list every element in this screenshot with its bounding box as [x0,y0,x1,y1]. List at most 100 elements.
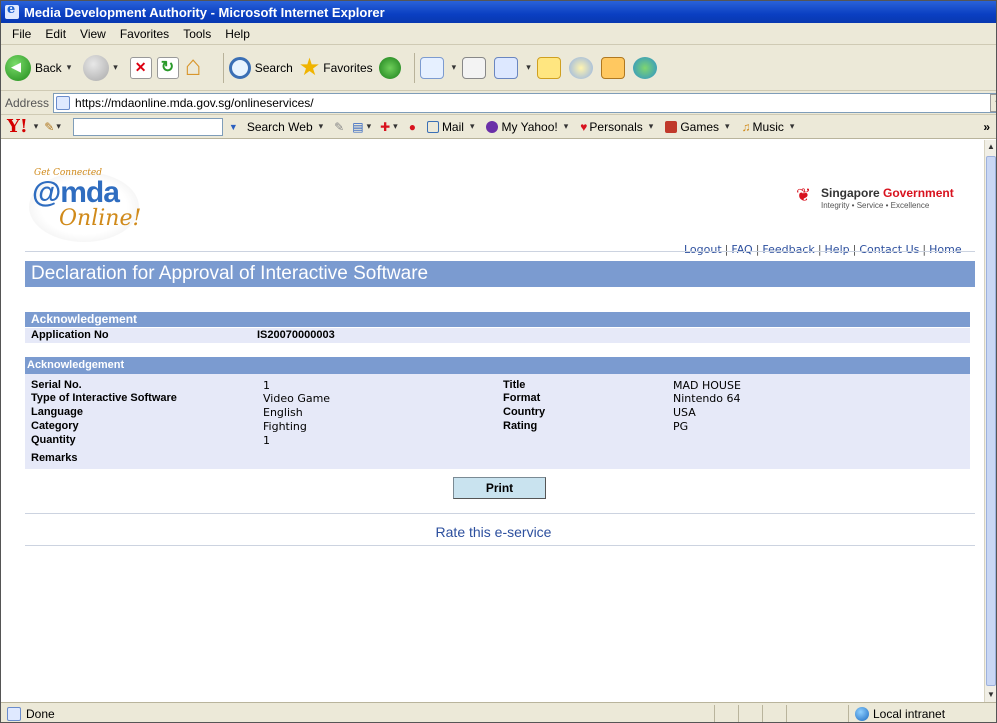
menu-tools[interactable]: Tools [176,27,218,41]
back-button[interactable]: Back ▾ [5,54,77,81]
menu-favorites[interactable]: Favorites [113,27,176,41]
mda-online-logo[interactable]: Get Connected @mda Online! [29,162,144,242]
music-dropdown-icon[interactable]: ▾ [790,121,795,132]
help-link[interactable]: Help [825,243,850,256]
home-icon[interactable] [184,50,210,82]
status-cell [786,704,810,722]
application-row: Application No IS20070000003 [25,328,970,343]
favorites-button[interactable]: ★ Favorites [299,55,373,80]
rate-e-service-link[interactable]: Rate this e-service [1,524,986,540]
search-web-button[interactable]: Search Web [247,120,313,134]
highlight-icon[interactable]: ✎ [334,120,344,134]
mail-button[interactable]: Mail [426,120,464,134]
menu-view[interactable]: View [73,27,113,41]
acknowledgement-details: Serial No. 1 Type of Interactive Softwar… [25,374,970,469]
back-dropdown-icon[interactable]: ▾ [67,62,72,73]
menu-bar: File Edit View Favorites Tools Help [1,23,996,45]
link-separator: | [755,243,760,256]
mail-icon[interactable] [419,56,444,79]
vertical-scrollbar[interactable]: ▲ ▼ [984,140,996,702]
edit-icon[interactable] [494,56,519,79]
my-yahoo-button[interactable]: My Yahoo! [486,120,558,134]
my-yahoo-icon [486,120,499,133]
status-cell [738,704,762,722]
layout-icon[interactable]: ▤ [352,120,363,134]
rating-value: PG [673,420,689,433]
software-type-label: Type of Interactive Software [31,392,177,404]
yahoo-search-input[interactable] [72,117,223,136]
search-button[interactable]: Search [228,56,293,79]
personals-button[interactable]: ♥ Personals [580,120,643,134]
forward-dropdown-icon[interactable]: ▾ [113,62,118,73]
print-icon[interactable] [462,56,487,79]
country-label: Country [503,406,546,418]
personals-label: Personals [589,119,643,134]
faq-link[interactable]: FAQ [731,243,752,256]
search-web-label: Search Web [246,119,313,134]
feedback-link[interactable]: Feedback [762,243,814,256]
address-input[interactable] [75,95,976,110]
sg-name-prefix: Singapore [821,186,884,200]
antispy-dropdown-icon[interactable]: ▾ [393,121,398,132]
home-link[interactable]: Home [929,243,961,256]
games-button[interactable]: Games [665,120,719,134]
users-icon[interactable] [632,56,657,79]
category-value: Fighting [263,420,307,433]
forward-button[interactable]: ▾ [83,54,124,81]
logo-brand: @mda [32,176,120,209]
pencil-icon[interactable]: ✎ [44,120,54,134]
yahoo-toolbar: Y! ▾ ✎ ▾ ▼ Search Web ▾ ✎ ▤ ▾ ✚ ▾ ● Mail… [1,115,996,139]
envelope-icon [426,120,439,133]
page-icon [56,95,71,110]
search-label: Search [254,60,293,75]
header-divider [25,251,975,252]
yahoo-dropdown-icon[interactable]: ▾ [34,121,39,132]
research-icon[interactable] [600,56,625,79]
scroll-up-icon[interactable]: ▲ [985,140,996,154]
address-box[interactable]: ▼ [53,92,996,113]
edit-dropdown-icon[interactable]: ▾ [526,62,531,73]
search-web-dropdown-icon[interactable]: ▾ [319,121,324,132]
media-icon[interactable] [378,56,401,79]
music-label: Music [752,119,784,134]
scroll-down-icon[interactable]: ▼ [985,688,996,702]
print-button[interactable]: Print [453,477,546,499]
yahoo-mail-dropdown-icon[interactable]: ▾ [470,121,475,132]
toolbar-overflow-icon[interactable]: » [983,120,990,134]
scrollbar-thumb[interactable] [986,156,996,686]
menu-help[interactable]: Help [218,27,257,41]
application-no-value: IS20070000003 [257,329,335,341]
yahoo-logo[interactable]: Y! [7,116,28,137]
lion-head-icon: ❦ [796,185,812,205]
antispy-icon[interactable]: ✚ [380,120,390,134]
back-arrow-icon [5,54,31,81]
menu-file[interactable]: File [5,27,38,41]
popup-blocker-icon[interactable]: ● [409,120,416,134]
discuss-icon[interactable] [536,56,561,79]
intranet-globe-icon [855,706,869,721]
security-zone: Local intranet [848,704,996,722]
mail-dropdown-icon[interactable]: ▾ [452,62,457,73]
music-button[interactable]: ♫ Music [742,120,784,134]
messenger-icon[interactable] [568,56,593,79]
layout-dropdown-icon[interactable]: ▾ [367,121,372,132]
pencil-dropdown-icon[interactable]: ▾ [56,121,61,132]
yahoo-search-dropdown-icon[interactable]: ▼ [229,122,238,132]
personals-dropdown-icon[interactable]: ▾ [649,121,654,132]
refresh-icon[interactable] [156,56,179,79]
address-dropdown-icon[interactable]: ▼ [990,93,996,112]
logout-link[interactable]: Logout [684,243,722,256]
singapore-government-logo: ❦ Singapore Government Integrity • Servi… [796,186,954,210]
status-text: Done [26,706,55,721]
games-dropdown-icon[interactable]: ▾ [725,121,730,132]
serial-no-value: 1 [263,379,270,392]
link-separator: | [724,243,729,256]
toolbar-separator [413,52,415,83]
window-titlebar[interactable]: Media Development Authority - Microsoft … [1,1,996,23]
menu-edit[interactable]: Edit [38,27,73,41]
page-content: Get Connected @mda Online! ❦ Singapore G… [1,140,986,702]
contact-us-link[interactable]: Contact Us [859,243,919,256]
address-bar: Address ▼ ➔ [1,91,996,115]
stop-icon[interactable] [129,56,152,79]
my-yahoo-dropdown-icon[interactable]: ▾ [564,121,569,132]
